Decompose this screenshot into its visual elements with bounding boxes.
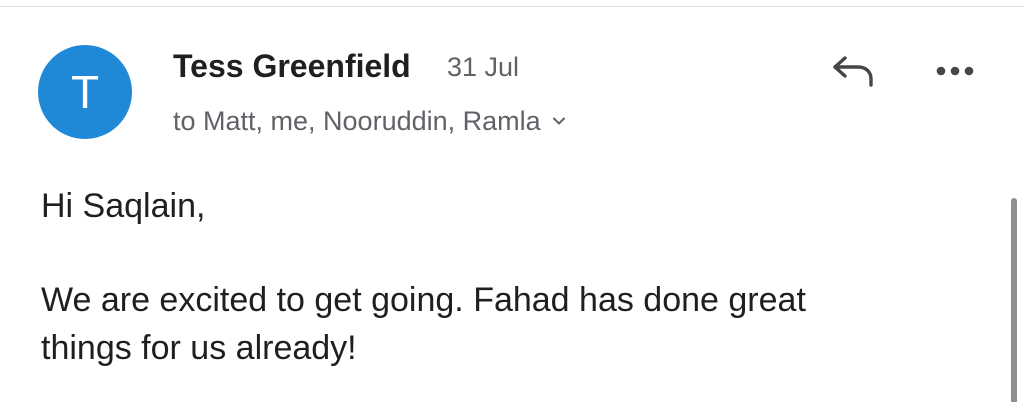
- message-body-line: We are excited to get going. Fahad has d…: [41, 281, 806, 319]
- recipients-toggle[interactable]: to Matt, me, Nooruddin, Ramla: [173, 104, 567, 138]
- vertical-scrollbar[interactable]: [1011, 198, 1017, 402]
- sender-name[interactable]: Tess Greenfield: [173, 47, 411, 85]
- more-horizontal-icon: [933, 64, 977, 82]
- email-message-view: T Tess Greenfield 31 Jul to Matt, me, No…: [0, 0, 1024, 402]
- reply-button[interactable]: [828, 50, 878, 94]
- header-divider: [0, 6, 1024, 7]
- more-options-button[interactable]: [930, 56, 980, 90]
- reply-arrow-icon: [830, 52, 876, 93]
- chevron-down-icon: [551, 113, 567, 129]
- sender-avatar[interactable]: T: [38, 45, 132, 139]
- recipients-text: to Matt, me, Nooruddin, Ramla: [173, 106, 541, 136]
- sent-date: 31 Jul: [447, 52, 520, 82]
- avatar-initial: T: [70, 66, 100, 118]
- message-greeting: Hi Saqlain,: [41, 187, 206, 225]
- message-body-line: things for us already!: [41, 329, 357, 367]
